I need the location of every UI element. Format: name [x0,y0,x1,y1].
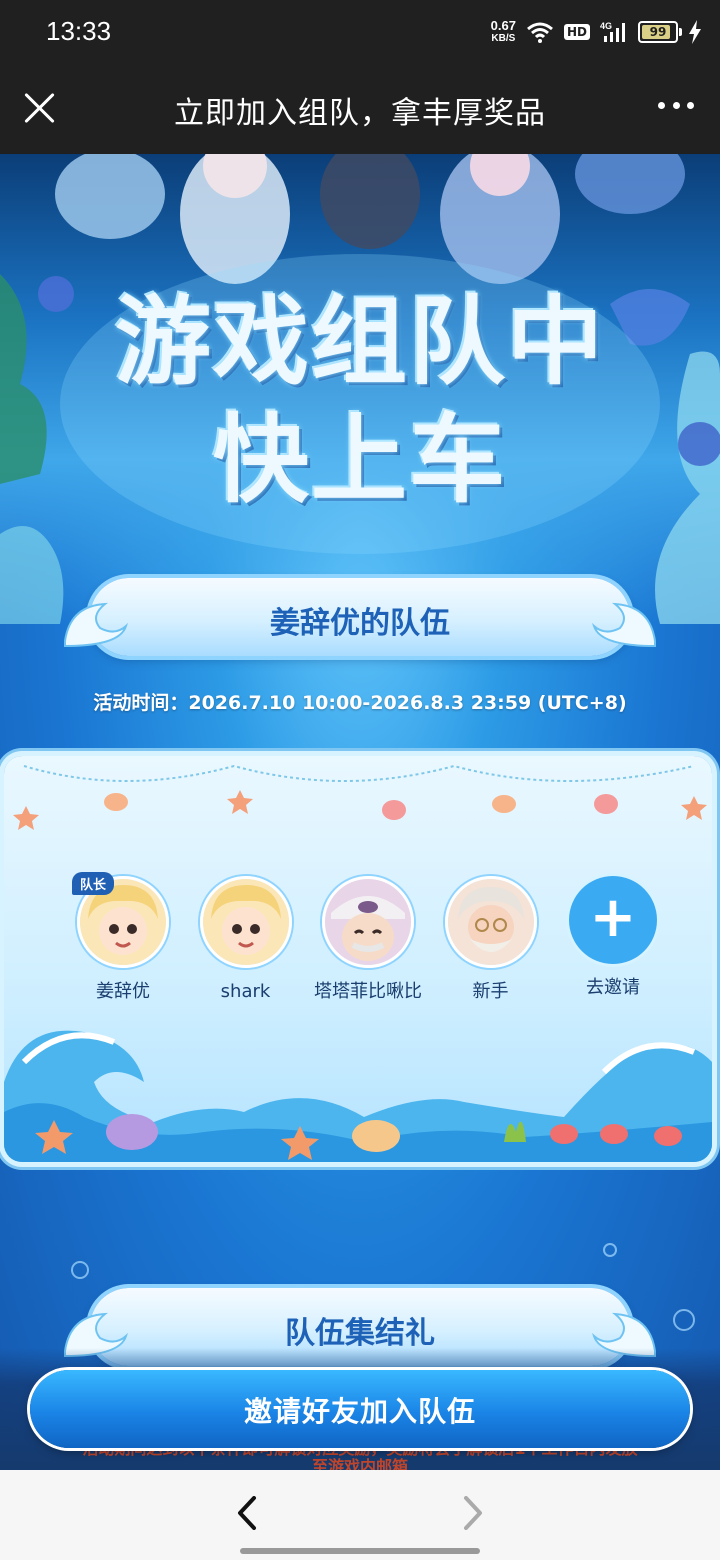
member-name: 塔塔菲比啾比 [314,981,422,1002]
hero-title-line2: 快上车 [213,403,507,516]
member-name: 新手 [472,981,509,1002]
battery-icon: 99 [638,21,682,43]
sea-decoration [4,1030,712,1162]
event-time: 活动时间：2026.7.10 10:00-2026.8.3 23:59 (UTC… [93,692,627,714]
team-title-ribbon: 姜辞优的队伍 [64,578,656,656]
battery-percent: 99 [649,25,667,39]
network-speed-value: 0.67 [490,18,516,33]
browser-nav-bar [0,1470,720,1560]
invite-friends-label: 邀请好友加入队伍 [243,1395,476,1428]
member-item[interactable]: shark [191,876,301,1002]
hero-banner: 游戏组队中 快上车 [0,154,720,624]
plus-icon: + [589,885,637,950]
team-card: 队长 姜辞优 shark 塔塔菲比啾比 新手 + 去邀请 [4,756,712,1162]
invite-friends-button[interactable]: 邀请好友加入队伍 [30,1370,690,1448]
wave-decoration-icon [592,602,656,648]
member-item[interactable]: 新手 [436,876,546,1002]
home-indicator[interactable] [240,1548,480,1554]
member-name: shark [220,981,271,1002]
forward-arrow-icon[interactable] [458,1496,488,1530]
rally-title: 队伍集结礼 [285,1316,435,1351]
svg-text:4G: 4G [600,21,612,31]
leader-badge: 队长 [72,872,115,895]
avatar [322,876,414,968]
member-item[interactable]: 塔塔菲比啾比 [313,876,423,1002]
avatar [444,876,537,968]
member-name: 姜辞优 [96,981,150,1002]
network-speed: 0.67 KB/S [491,19,516,45]
page-title: 立即加入组队，拿丰厚奖品 [174,96,546,131]
webview-title-bar: 立即加入组队，拿丰厚奖品 [0,64,720,154]
status-time: 13:33 [46,16,112,46]
wifi-icon [527,22,553,43]
status-icons: 0.67 KB/S HD 4G 99 [491,14,702,50]
back-arrow-icon[interactable] [232,1496,262,1530]
invite-slot[interactable]: + 去邀请 [558,876,668,1002]
add-member-button[interactable]: + [569,876,657,964]
invite-label[interactable]: 去邀请 [558,978,668,998]
hd-badge: HD [563,24,590,40]
avatar [199,876,292,968]
network-speed-unit: KB/S [491,33,516,44]
charging-icon [689,20,701,44]
garland-decoration [13,764,707,830]
page-content[interactable]: 游戏组队中 快上车 姜辞优的队伍 活动时间：2026.7.10 10:00-20… [0,154,720,1470]
status-bar: 13:33 0.67 KB/S HD 4G 99 [0,0,720,64]
member-list: 队长 姜辞优 shark 塔塔菲比啾比 新手 + 去邀请 [68,872,668,1002]
member-item[interactable]: 队长 姜辞优 [68,872,178,1002]
team-title: 姜辞优的队伍 [270,606,450,641]
signal-icon: 4G [600,21,625,42]
more-options-icon[interactable] [658,102,694,114]
